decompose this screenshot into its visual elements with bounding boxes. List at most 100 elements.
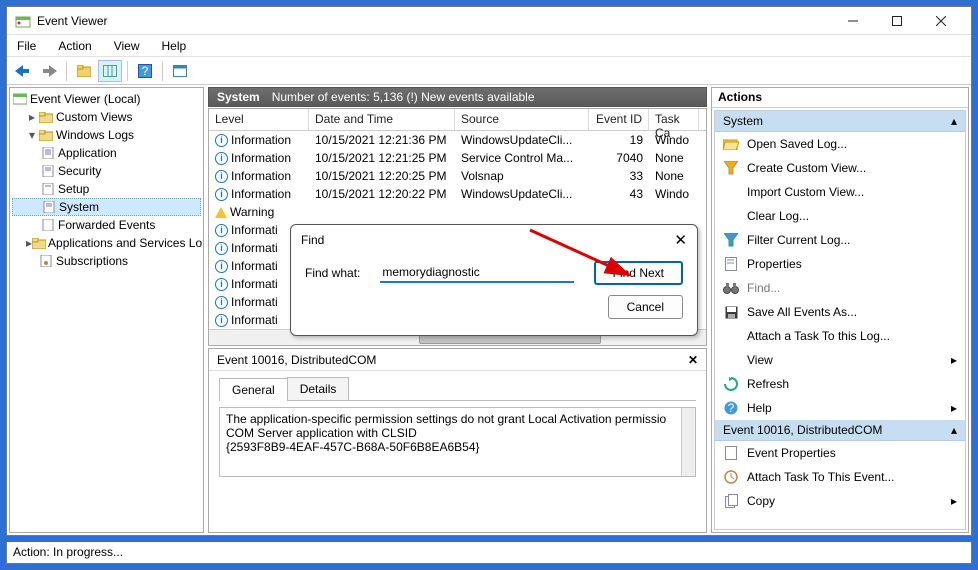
maximize-button[interactable] xyxy=(875,8,919,34)
table-row[interactable]: iInformation10/15/2021 12:21:25 PMServic… xyxy=(209,149,706,167)
event-props-icon xyxy=(723,445,739,461)
nav-tree[interactable]: Event Viewer (Local) ▸Custom Views ▾Wind… xyxy=(9,87,204,533)
tree-custom-views[interactable]: ▸Custom Views xyxy=(12,108,201,126)
action-open-saved[interactable]: Open Saved Log... xyxy=(715,132,965,156)
action-save-all[interactable]: Save All Events As... xyxy=(715,300,965,324)
help-icon: ? xyxy=(723,400,739,416)
grid-header[interactable]: Level Date and Time Source Event ID Task… xyxy=(209,109,706,131)
action-view[interactable]: View▸ xyxy=(715,348,965,372)
actions-title: Actions xyxy=(712,88,968,108)
tool-folder-icon[interactable] xyxy=(72,60,96,82)
tool-help-icon[interactable]: ? xyxy=(133,60,157,82)
action-group-system[interactable]: System▴ xyxy=(715,111,965,132)
col-level[interactable]: Level xyxy=(209,109,309,130)
center-header: System Number of events: 5,136 (!) New e… xyxy=(208,87,707,107)
titlebar: Event Viewer xyxy=(7,7,971,35)
find-label: Find what: xyxy=(305,266,360,280)
info-icon: i xyxy=(215,296,228,309)
action-import-custom[interactable]: Import Custom View... xyxy=(715,180,965,204)
nav-forward-icon[interactable] xyxy=(37,60,61,82)
find-next-button[interactable]: Find Next xyxy=(594,261,683,285)
find-cancel-button[interactable]: Cancel xyxy=(608,295,683,319)
tab-general[interactable]: General xyxy=(219,378,288,401)
svg-text:?: ? xyxy=(142,64,149,78)
tree-root[interactable]: Event Viewer (Local) xyxy=(12,90,201,108)
svg-text:?: ? xyxy=(728,401,735,415)
attach-event-icon xyxy=(723,469,739,485)
info-icon: i xyxy=(215,314,228,327)
col-taskcat[interactable]: Task Ca xyxy=(649,109,699,130)
submenu-arrow-icon: ▸ xyxy=(951,494,957,508)
vertical-scrollbar[interactable] xyxy=(681,408,695,476)
menu-view[interactable]: View xyxy=(110,37,144,55)
tree-windows-logs[interactable]: ▾Windows Logs xyxy=(12,126,201,144)
tree-setup[interactable]: Setup xyxy=(12,180,201,198)
window-title: Event Viewer xyxy=(37,14,831,28)
action-properties[interactable]: Properties xyxy=(715,252,965,276)
menu-help[interactable]: Help xyxy=(158,37,191,55)
info-icon: i xyxy=(215,260,228,273)
view-icon xyxy=(723,352,739,368)
filter-new-icon xyxy=(723,160,739,176)
find-title: Find xyxy=(301,233,324,247)
action-refresh[interactable]: Refresh xyxy=(715,372,965,396)
save-icon xyxy=(723,304,739,320)
submenu-arrow-icon: ▸ xyxy=(951,401,957,415)
filter-icon xyxy=(723,232,739,248)
tool-panes-icon[interactable] xyxy=(98,60,122,82)
col-datetime[interactable]: Date and Time xyxy=(309,109,455,130)
refresh-icon xyxy=(723,376,739,392)
app-icon xyxy=(15,13,31,29)
tab-details[interactable]: Details xyxy=(287,377,350,400)
tree-system[interactable]: System xyxy=(12,198,201,216)
detail-text: The application-specific permission sett… xyxy=(219,407,696,477)
folder-open-icon xyxy=(723,136,739,152)
menu-file[interactable]: File xyxy=(13,37,40,55)
status-bar: Action: In progress... xyxy=(6,542,972,564)
tree-application[interactable]: Application xyxy=(12,144,201,162)
action-filter-log[interactable]: Filter Current Log... xyxy=(715,228,965,252)
info-icon: i xyxy=(215,170,228,183)
copy-icon xyxy=(723,493,739,509)
action-find[interactable]: Find... xyxy=(715,276,965,300)
binoculars-icon xyxy=(723,280,739,296)
action-clear-log[interactable]: Clear Log... xyxy=(715,204,965,228)
table-row[interactable]: iInformation10/15/2021 12:20:25 PMVolsna… xyxy=(209,167,706,185)
info-icon: i xyxy=(215,278,228,291)
tree-app-services[interactable]: ▸Applications and Services Lo xyxy=(12,234,201,252)
find-close-icon[interactable]: ✕ xyxy=(674,231,687,249)
table-row[interactable]: iInformation10/15/2021 12:21:36 PMWindow… xyxy=(209,131,706,149)
find-input[interactable] xyxy=(380,263,573,283)
action-help[interactable]: ?Help▸ xyxy=(715,396,965,420)
col-source[interactable]: Source xyxy=(455,109,589,130)
tool-filter-icon[interactable] xyxy=(168,60,192,82)
action-attach-task[interactable]: Attach a Task To this Log... xyxy=(715,324,965,348)
warning-icon xyxy=(215,207,227,218)
close-button[interactable] xyxy=(919,8,963,34)
nav-back-icon[interactable] xyxy=(11,60,35,82)
find-dialog: Find ✕ Find what: Find Next Cancel xyxy=(290,224,698,336)
tree-security[interactable]: Security xyxy=(12,162,201,180)
action-group-event[interactable]: Event 10016, DistributedCOM▴ xyxy=(715,420,965,441)
action-attach-event[interactable]: Attach Task To This Event... xyxy=(715,465,965,489)
tree-subscriptions[interactable]: Subscriptions xyxy=(12,252,201,270)
menubar: File Action View Help xyxy=(7,35,971,57)
properties-icon xyxy=(723,256,739,272)
detail-close-icon[interactable]: ✕ xyxy=(688,353,698,367)
col-eventid[interactable]: Event ID xyxy=(589,109,649,130)
table-row[interactable]: Warning xyxy=(209,203,706,221)
collapse-icon: ▴ xyxy=(951,423,957,437)
action-create-custom[interactable]: Create Custom View... xyxy=(715,156,965,180)
detail-title: Event 10016, DistributedCOM xyxy=(217,353,376,367)
action-event-props[interactable]: Event Properties xyxy=(715,441,965,465)
attach-icon xyxy=(723,328,739,344)
info-icon: i xyxy=(215,242,228,255)
menu-action[interactable]: Action xyxy=(54,37,95,55)
minimize-button[interactable] xyxy=(831,8,875,34)
action-copy[interactable]: Copy▸ xyxy=(715,489,965,513)
table-row[interactable]: iInformation10/15/2021 12:20:22 PMWindow… xyxy=(209,185,706,203)
clear-icon xyxy=(723,208,739,224)
info-icon: i xyxy=(215,152,228,165)
info-icon: i xyxy=(215,134,228,147)
tree-forwarded[interactable]: Forwarded Events xyxy=(12,216,201,234)
